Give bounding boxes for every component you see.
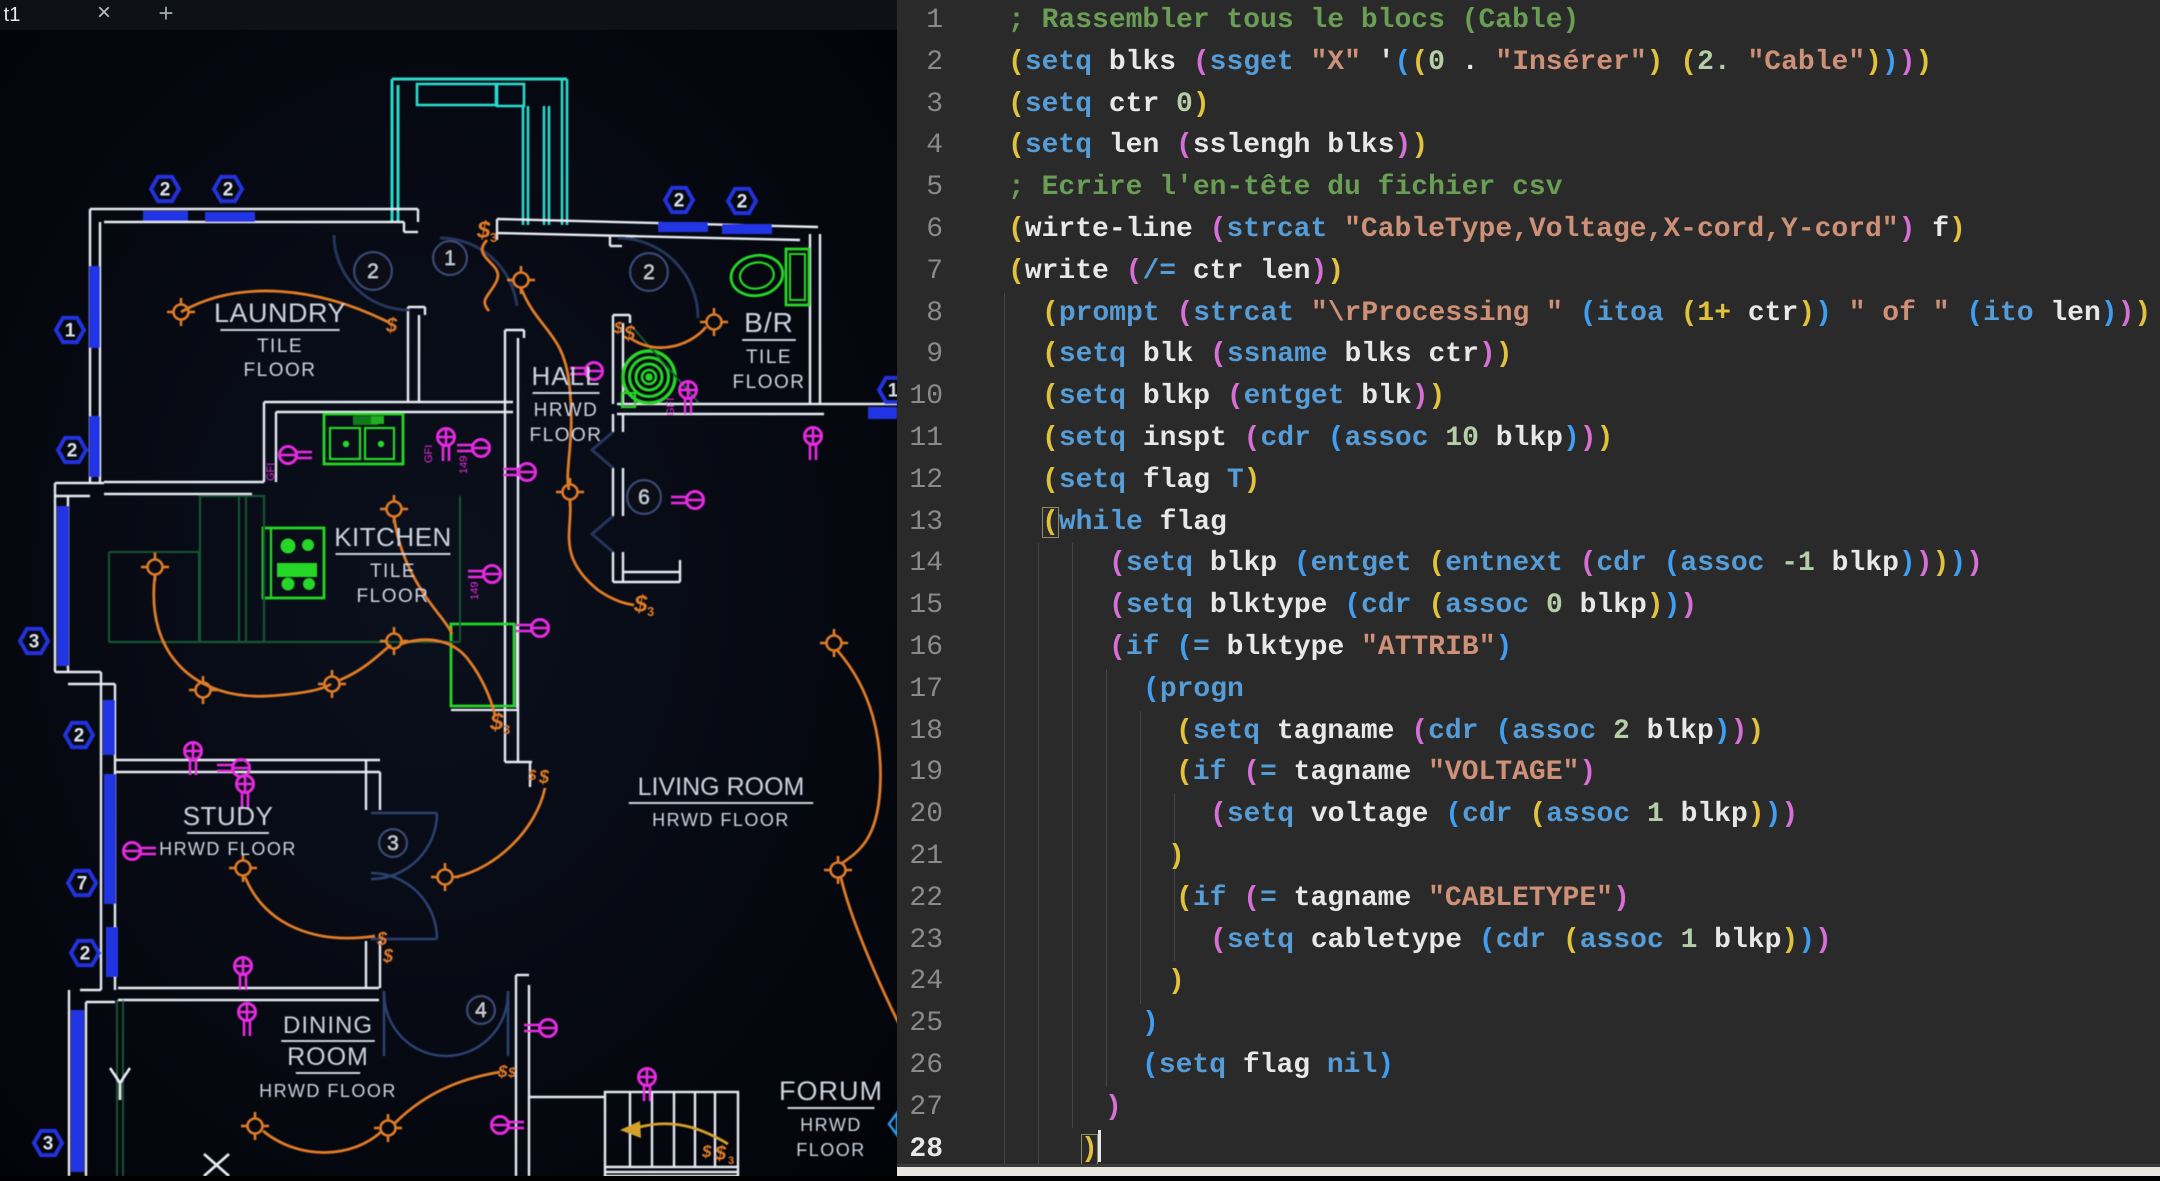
svg-text:3: 3 (728, 1155, 734, 1167)
svg-text:KITCHEN: KITCHEN (334, 522, 452, 552)
svg-text:2: 2 (737, 192, 748, 213)
svg-text:3: 3 (387, 832, 399, 855)
svg-text:2: 2 (223, 180, 234, 201)
svg-text:2: 2 (674, 191, 685, 212)
svg-text:4: 4 (475, 999, 487, 1022)
svg-text:$: $ (507, 1064, 516, 1080)
svg-text:B/R: B/R (744, 307, 794, 338)
svg-text:$: $ (613, 320, 624, 337)
svg-text:LIVING ROOM: LIVING ROOM (638, 773, 805, 801)
svg-text:2: 2 (80, 944, 91, 965)
svg-text:FORUM: FORUM (779, 1076, 883, 1106)
svg-text:149: 149 (469, 582, 481, 600)
svg-text:TILE: TILE (370, 561, 416, 582)
svg-text:1: 1 (444, 247, 456, 270)
svg-text:FLOOR: FLOOR (733, 372, 806, 393)
svg-text:×: × (97, 0, 111, 26)
svg-text:2: 2 (160, 180, 171, 201)
svg-text:$: $ (497, 1062, 508, 1081)
svg-text:1: 1 (888, 381, 897, 402)
svg-text:$: $ (476, 217, 491, 244)
svg-text:HRWD FLOOR: HRWD FLOOR (259, 1081, 397, 1101)
svg-text:FLOOR: FLOOR (796, 1140, 866, 1160)
svg-text:1: 1 (65, 321, 76, 342)
svg-text:3: 3 (490, 230, 497, 245)
svg-text:3: 3 (29, 632, 40, 653)
svg-text:7: 7 (77, 874, 88, 895)
svg-text:$: $ (701, 1142, 712, 1161)
svg-text:3: 3 (503, 722, 510, 737)
svg-text:+: + (158, 0, 173, 28)
svg-text:ROOM: ROOM (287, 1043, 369, 1071)
svg-text:2: 2 (643, 261, 655, 284)
svg-text:HRWD: HRWD (800, 1115, 862, 1135)
svg-text:GFI: GFI (665, 398, 677, 416)
svg-text:TILE: TILE (746, 347, 792, 368)
svg-text:$: $ (382, 946, 394, 966)
svg-text:FLOOR: FLOOR (244, 360, 317, 381)
svg-text:HALL: HALL (531, 361, 600, 391)
svg-text:HRWD FLOOR: HRWD FLOOR (159, 839, 297, 859)
svg-text:HRWD: HRWD (534, 400, 599, 421)
svg-text:3: 3 (647, 604, 654, 619)
svg-text:GFI: GFI (265, 463, 277, 481)
svg-text:$: $ (633, 591, 648, 618)
svg-text:$: $ (714, 1143, 727, 1165)
svg-text:STUDY: STUDY (183, 801, 274, 831)
svg-text:$: $ (376, 929, 388, 949)
svg-text:$: $ (489, 709, 504, 736)
svg-text:6: 6 (638, 486, 650, 509)
svg-text:2: 2 (74, 726, 85, 747)
svg-text:GFI: GFI (423, 445, 435, 463)
svg-text:149: 149 (458, 456, 470, 474)
svg-text:LAUNDRY: LAUNDRY (214, 298, 346, 328)
svg-text:2: 2 (367, 260, 379, 283)
svg-text:$: $ (385, 315, 398, 337)
svg-text:$: $ (527, 767, 537, 784)
svg-text:TILE: TILE (257, 336, 303, 357)
svg-text:t1: t1 (4, 4, 21, 26)
svg-text:FLOOR: FLOOR (530, 425, 603, 446)
svg-text:$: $ (538, 767, 550, 787)
svg-text:DINING: DINING (283, 1012, 373, 1039)
svg-text:3: 3 (43, 1134, 54, 1155)
svg-text:FLOOR: FLOOR (357, 586, 430, 607)
svg-text:2: 2 (67, 441, 78, 462)
svg-text:HRWD FLOOR: HRWD FLOOR (652, 810, 790, 830)
